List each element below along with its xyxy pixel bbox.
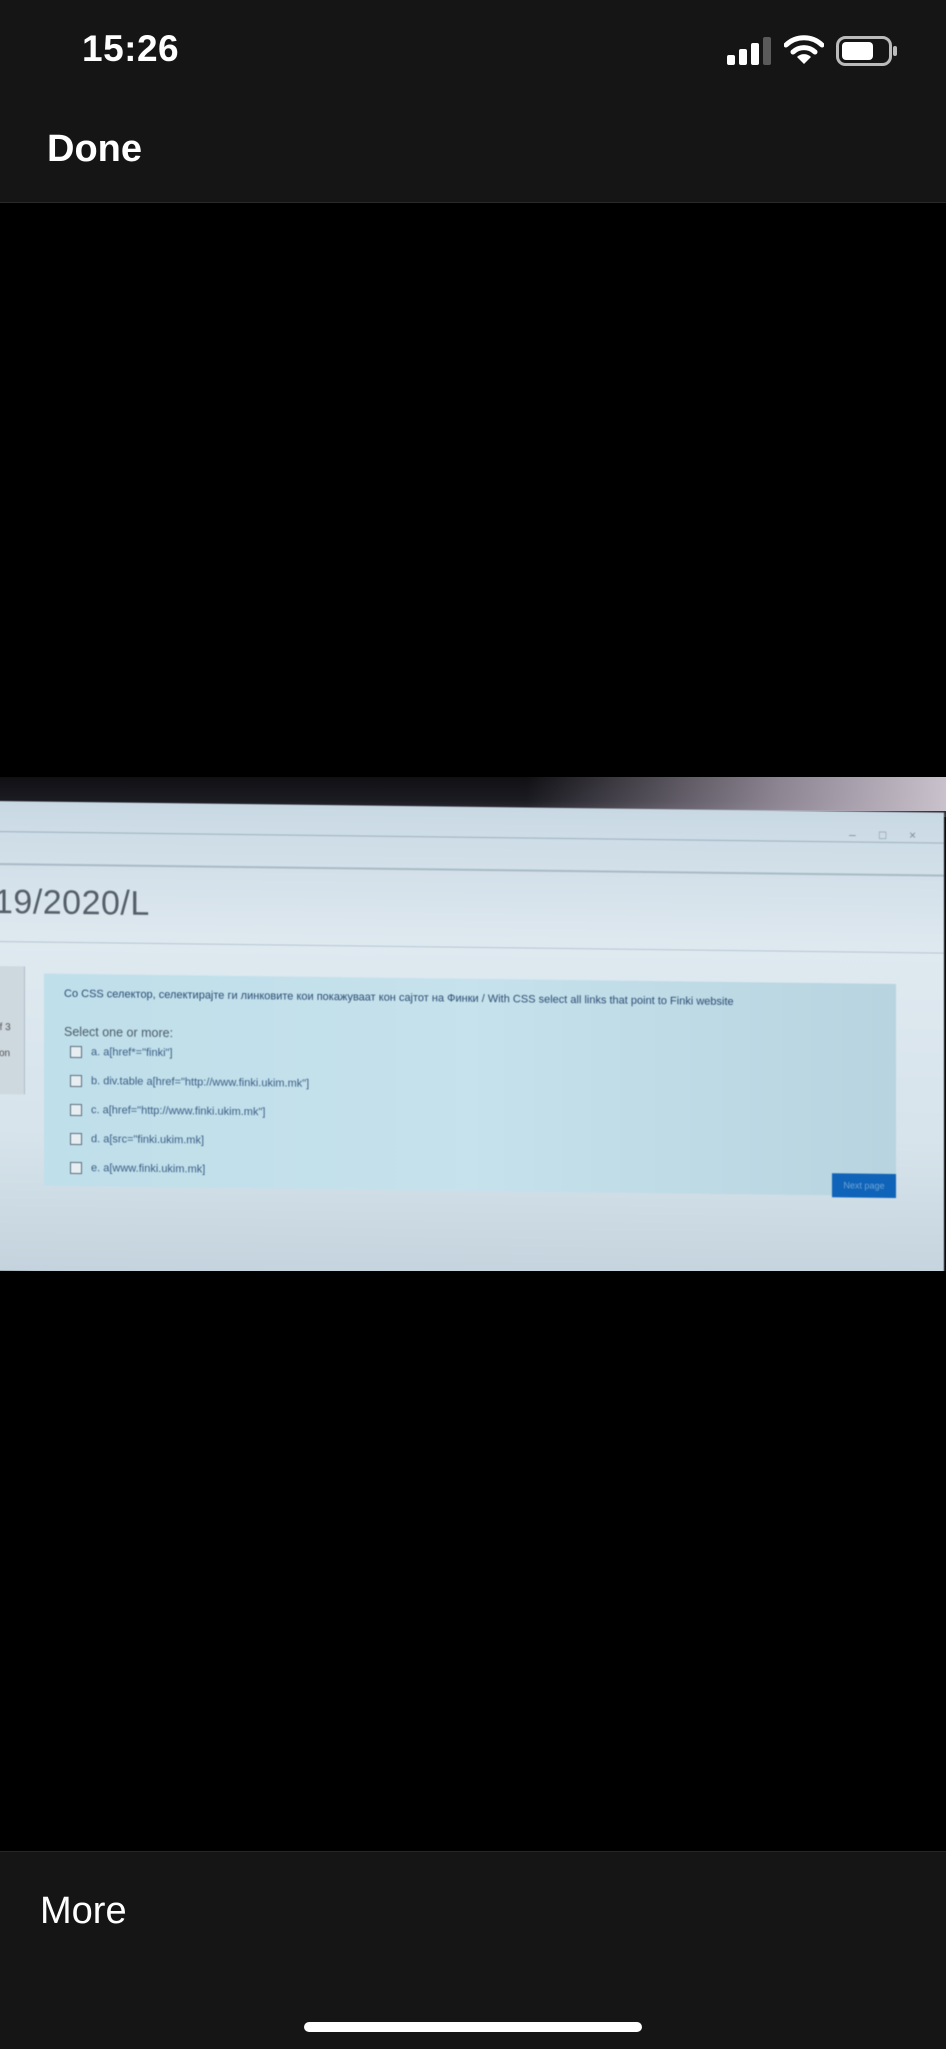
answer-option-label: c. a[href="http://www.finki.ukim.mk"] — [91, 1104, 266, 1119]
close-icon: × — [909, 828, 917, 843]
answer-option-label: b. div.table a[href="http://www.finki.uk… — [91, 1075, 310, 1090]
home-indicator[interactable] — [304, 2022, 642, 2032]
answer-option[interactable]: b. div.table a[href="http://www.finki.uk… — [70, 1073, 309, 1092]
answer-option-label: d. a[src="finki.ukim.mk] — [91, 1133, 205, 1147]
top-nav: Done — [0, 100, 946, 203]
checkbox[interactable] — [70, 1132, 82, 1146]
checkbox[interactable] — [70, 1074, 82, 1088]
photo-viewer[interactable]: – □ × 19/2020/L of 3 tion Со CSS селекто… — [0, 203, 946, 1851]
answer-option[interactable]: d. a[src="finki.ukim.mk] — [70, 1131, 204, 1149]
done-button[interactable]: Done — [47, 128, 142, 171]
bottom-toolbar: More — [0, 1851, 946, 2049]
answer-option[interactable]: c. a[href="http://www.finki.ukim.mk"] — [70, 1102, 265, 1120]
status-bar: 15:26 — [0, 0, 946, 100]
course-title: 19/2020/L — [0, 883, 150, 923]
question-info-text: tion — [0, 1048, 11, 1060]
battery-icon — [836, 36, 897, 66]
maximize-icon: □ — [879, 827, 887, 842]
question-box: Со CSS селектор, селектирајте ги линкови… — [44, 973, 896, 1197]
question-text: Со CSS селектор, селектирајте ги линкови… — [64, 987, 734, 1009]
select-label: Select one or more: — [64, 1024, 174, 1041]
light-glare — [526, 777, 946, 811]
more-button[interactable]: More — [40, 1890, 127, 1933]
question-info-panel: of 3 tion — [0, 966, 25, 1095]
divider — [0, 831, 944, 844]
next-page-button[interactable]: Next page — [832, 1173, 896, 1199]
answer-option-label: e. a[www.finki.ukim.mk] — [91, 1162, 206, 1176]
answer-option[interactable]: a. a[href*="finki"] — [70, 1044, 173, 1061]
question-info-text: of 3 — [0, 1022, 11, 1034]
answer-option[interactable]: e. a[www.finki.ukim.mk] — [70, 1160, 205, 1178]
status-time: 15:26 — [82, 28, 180, 69]
photo: – □ × 19/2020/L of 3 tion Со CSS селекто… — [0, 777, 946, 1271]
monitor-screen: – □ × 19/2020/L of 3 tion Со CSS селекто… — [0, 801, 944, 1271]
checkbox[interactable] — [70, 1045, 82, 1059]
wifi-icon — [784, 35, 824, 64]
divider — [0, 941, 944, 954]
answer-option-label: a. a[href*="finki"] — [91, 1046, 173, 1060]
checkbox[interactable] — [70, 1161, 82, 1175]
minimize-icon: – — [849, 827, 856, 842]
divider — [0, 863, 944, 877]
cellular-signal-icon — [727, 37, 771, 65]
checkbox[interactable] — [70, 1103, 82, 1117]
